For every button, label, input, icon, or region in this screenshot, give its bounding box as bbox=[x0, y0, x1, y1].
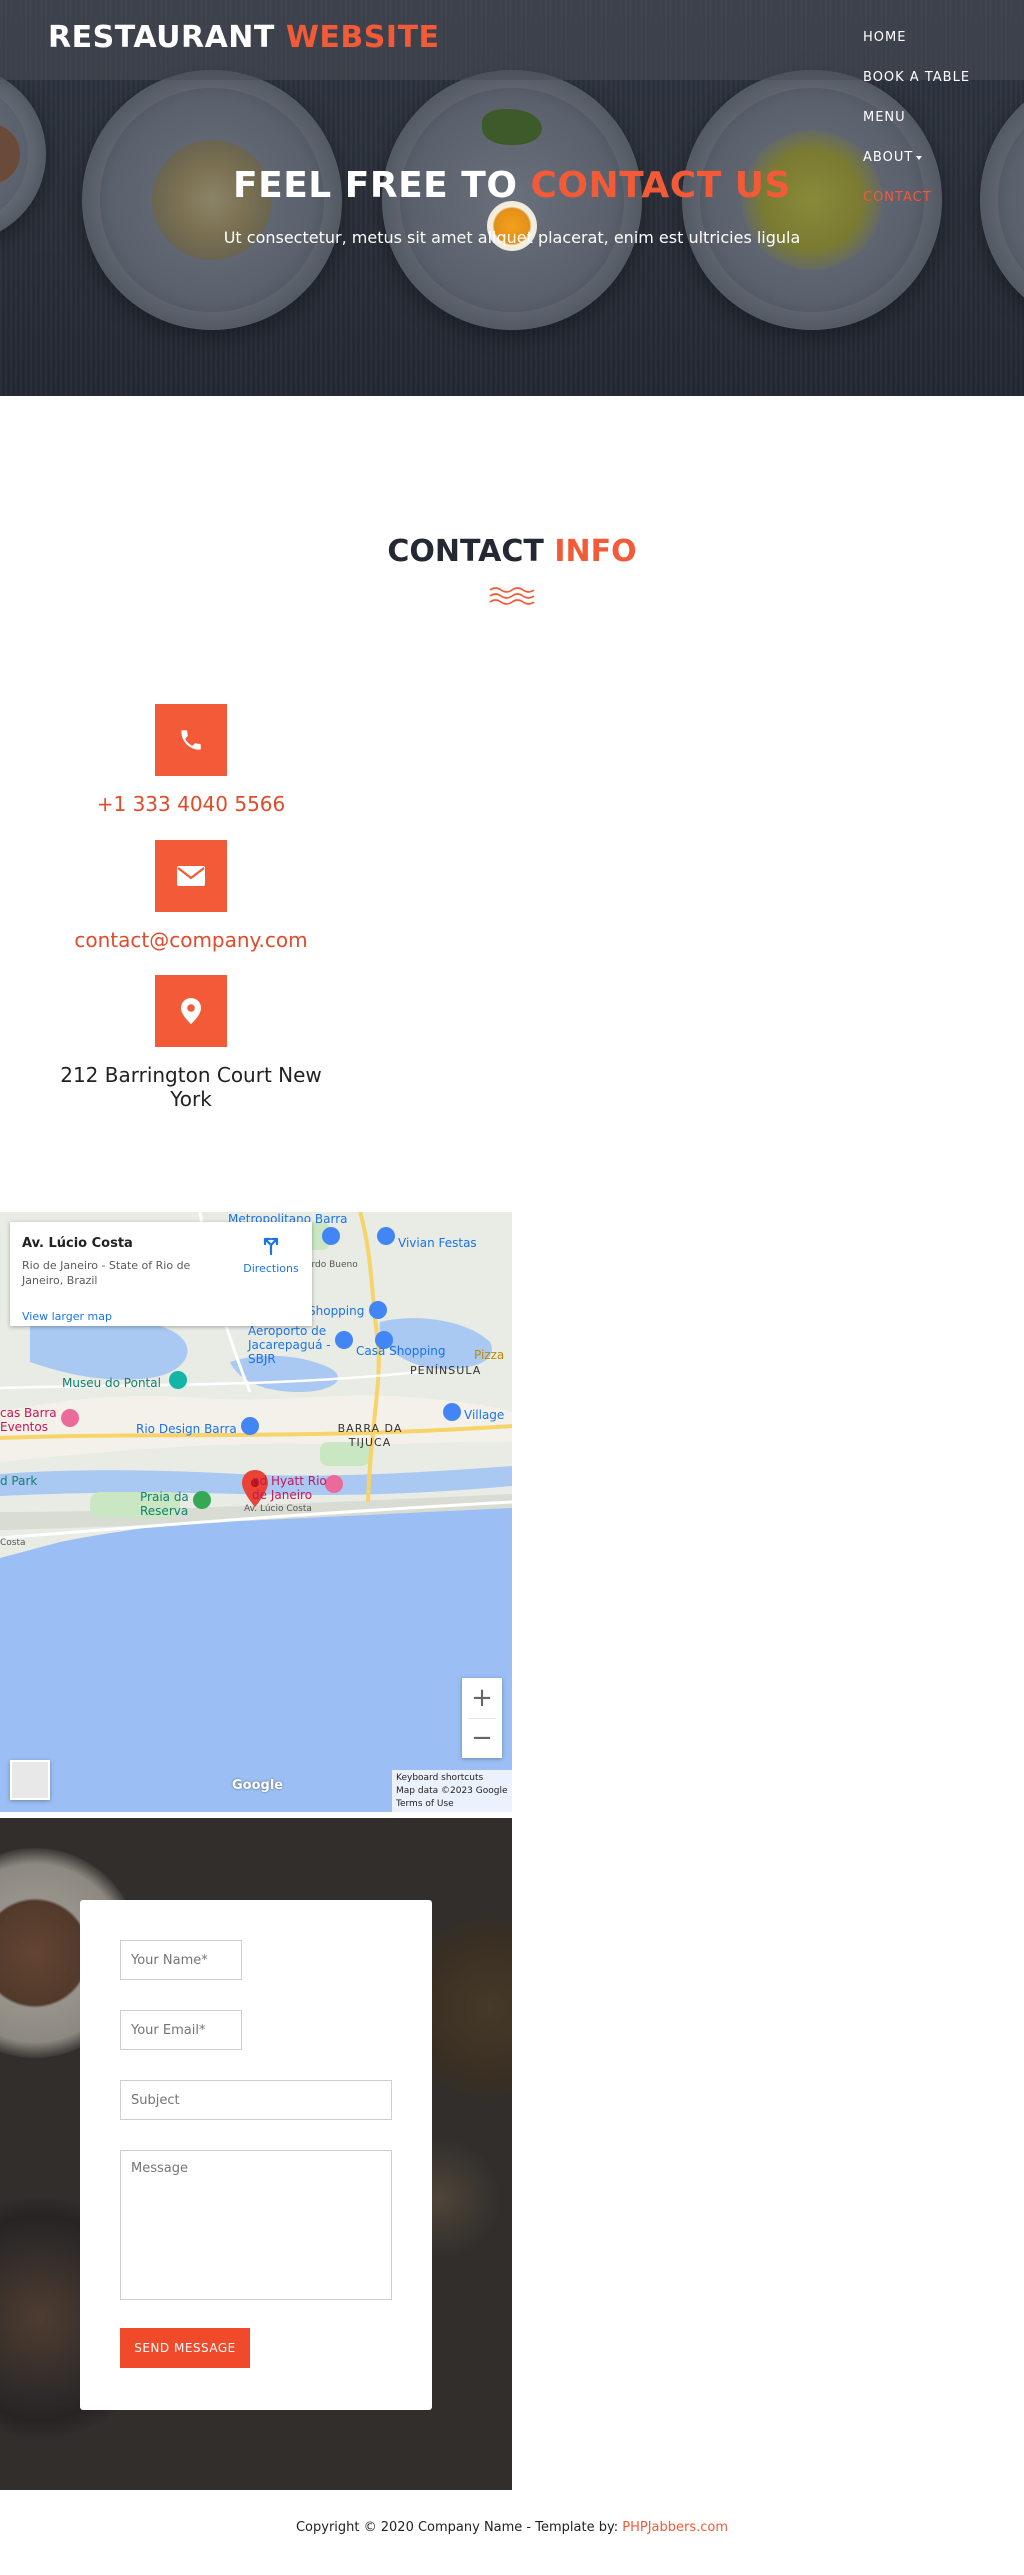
map-label: Praia da Reserva bbox=[140, 1490, 189, 1518]
footer-credit-link[interactable]: PHPJabbers.com bbox=[622, 2520, 728, 2535]
contact-form: SEND MESSAGE bbox=[80, 1900, 432, 2410]
contact-address: 212 Barrington Court New York bbox=[60, 1063, 322, 1111]
contact-email[interactable]: contact@company.com bbox=[40, 928, 342, 952]
google-map[interactable]: Metropolitano Barra Vivian Festas ardo B… bbox=[0, 1212, 512, 1812]
map-label: Village bbox=[464, 1408, 505, 1422]
nav-item-book-a-table[interactable]: BOOK A TABLE bbox=[863, 70, 970, 110]
contact-info-heading: CONTACT INFO bbox=[0, 534, 1024, 569]
directions-icon bbox=[263, 1237, 279, 1256]
page-title-main: FEEL FREE TO bbox=[233, 165, 518, 206]
directions-button[interactable]: Directions bbox=[236, 1234, 306, 1275]
logo-text-main: RESTAURANT bbox=[48, 20, 275, 55]
nav-item-menu[interactable]: MENU bbox=[863, 110, 970, 150]
view-larger-map-link[interactable]: View larger map bbox=[22, 1310, 112, 1323]
contact-email-item: contact@company.com bbox=[40, 840, 342, 952]
map-marker-icon bbox=[181, 998, 201, 1024]
page-subtitle: Ut consectetur, metus sit amet aliquet p… bbox=[223, 228, 801, 247]
map-label: cas Barra Eventos bbox=[0, 1406, 57, 1434]
map-label: Vivian Festas bbox=[398, 1236, 477, 1250]
send-message-button[interactable]: SEND MESSAGE bbox=[120, 2328, 250, 2368]
map-label: Casa Shopping bbox=[356, 1344, 446, 1358]
street-view-pegman-icon[interactable] bbox=[10, 1760, 50, 1800]
caret-down-icon bbox=[916, 155, 923, 160]
wave-divider-icon bbox=[489, 587, 535, 605]
map-label: Costa bbox=[0, 1538, 26, 1548]
contact-form-section: SEND MESSAGE bbox=[0, 1818, 512, 2490]
zoom-out-button[interactable]: − bbox=[462, 1718, 502, 1758]
name-input[interactable] bbox=[120, 1940, 242, 1980]
map-zoom-control: + − bbox=[462, 1678, 502, 1758]
footer-copyright: Copyright © 2020 Company Name - Template… bbox=[295, 2520, 623, 2535]
map-place-card: Av. Lúcio Costa Rio de Janeiro - State o… bbox=[10, 1222, 312, 1326]
map-label: Aeroporto de Jacarepaguá - SBJR bbox=[248, 1324, 331, 1366]
map-label: Rio Design Barra bbox=[136, 1422, 237, 1436]
logo-text-accent: WEBSITE bbox=[285, 20, 440, 55]
contact-address-item: 212 Barrington Court New York bbox=[40, 975, 342, 1111]
map-place-name: Av. Lúcio Costa bbox=[22, 1236, 133, 1251]
contact-phone[interactable]: +1 333 4040 5566 bbox=[40, 792, 342, 816]
contact-info-heading-accent: INFO bbox=[554, 534, 637, 569]
map-label: BARRA DA TIJUCA bbox=[337, 1422, 403, 1449]
site-logo[interactable]: RESTAURANT WEBSITE bbox=[48, 20, 440, 55]
map-data-credit: Map data ©2023 Google bbox=[396, 1786, 508, 1796]
map-label: ardo Bueno bbox=[306, 1260, 358, 1270]
map-label: Museu do Pontal bbox=[62, 1376, 161, 1390]
phone-icon-box bbox=[155, 704, 227, 776]
map-label: d Park bbox=[0, 1474, 38, 1488]
nav-item-home[interactable]: HOME bbox=[863, 30, 970, 70]
google-logo: Google bbox=[232, 1778, 284, 1793]
map-place-address: Rio de Janeiro - State of Rio de Janeiro… bbox=[22, 1259, 191, 1287]
contact-info-heading-main: CONTACT bbox=[387, 534, 544, 569]
page-title-accent: CONTACT US bbox=[530, 165, 791, 206]
site-footer: Copyright © 2020 Company Name - Template… bbox=[0, 2520, 1024, 2535]
map-label: nd Hyatt Rio de Janeiro bbox=[252, 1474, 327, 1502]
email-input[interactable] bbox=[120, 2010, 242, 2050]
map-label: Av. Lúcio Costa bbox=[244, 1504, 312, 1514]
map-label: PENÍNSULA bbox=[410, 1364, 482, 1377]
map-label: Pizza bbox=[474, 1348, 505, 1362]
page-title: FEEL FREE TO CONTACT US bbox=[0, 165, 1024, 206]
zoom-divider bbox=[468, 1718, 496, 1719]
hero-banner: RESTAURANT WEBSITE HOME BOOK A TABLE MEN… bbox=[0, 0, 1024, 396]
envelope-icon-box bbox=[155, 840, 227, 912]
contact-phone-item: +1 333 4040 5566 bbox=[40, 704, 342, 816]
keyboard-shortcuts-link[interactable]: Keyboard shortcuts bbox=[396, 1772, 508, 1785]
directions-label: Directions bbox=[243, 1262, 299, 1275]
phone-icon bbox=[181, 730, 201, 750]
zoom-in-button[interactable]: + bbox=[462, 1678, 502, 1718]
map-marker-icon-box bbox=[155, 975, 227, 1047]
message-textarea[interactable] bbox=[120, 2150, 392, 2300]
nav-item-about-label: ABOUT bbox=[863, 150, 914, 165]
terms-of-use-link[interactable]: Terms of Use bbox=[396, 1798, 508, 1811]
map-attribution: Keyboard shortcuts Map data ©2023 Google… bbox=[392, 1770, 512, 1812]
subject-input[interactable] bbox=[120, 2080, 392, 2120]
envelope-icon bbox=[177, 866, 205, 886]
map-label: Shopping bbox=[308, 1304, 365, 1318]
